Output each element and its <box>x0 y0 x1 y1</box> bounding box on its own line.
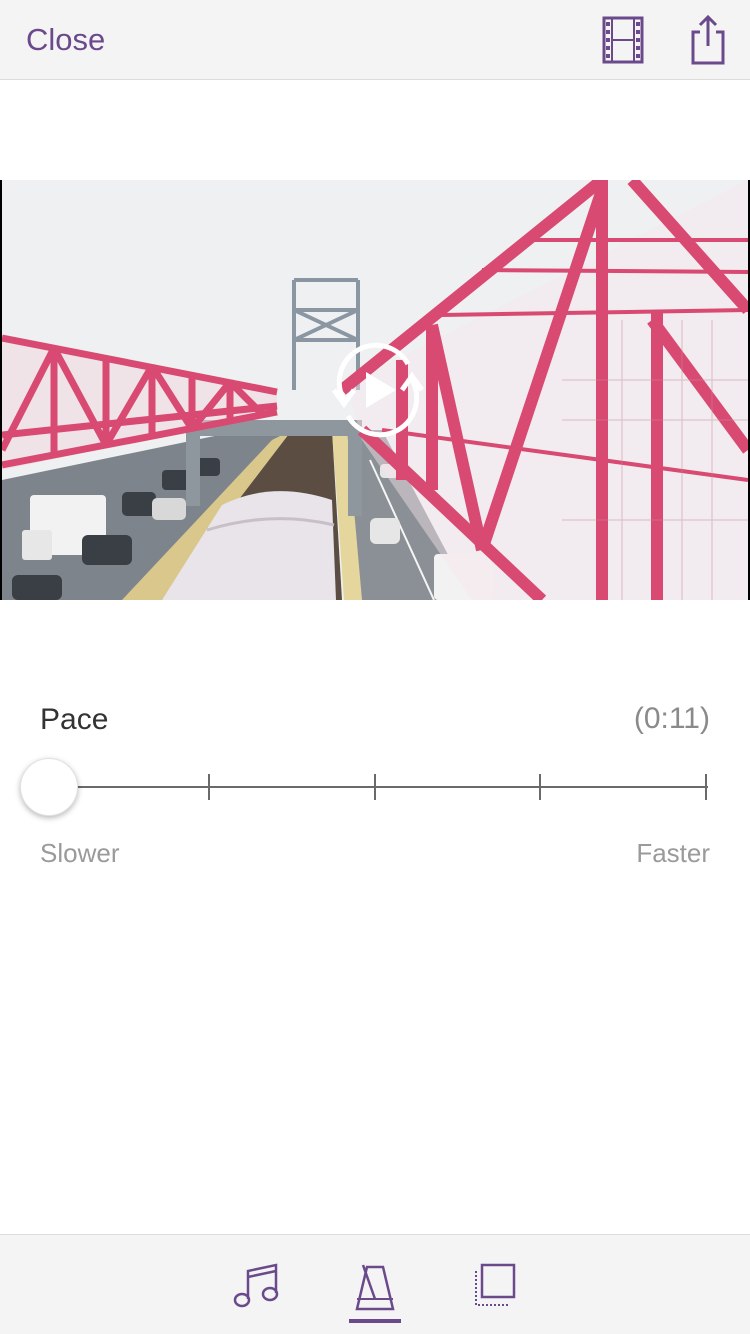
share-icon[interactable] <box>688 12 728 73</box>
play-loop-icon[interactable] <box>320 340 436 440</box>
faster-label: Faster <box>636 838 710 868</box>
slider-tick <box>374 774 376 800</box>
slider-tick <box>705 774 707 800</box>
active-tab-indicator <box>349 1319 401 1323</box>
video-preview[interactable] <box>0 180 750 600</box>
bottom-toolbar <box>0 1234 750 1334</box>
pace-slider[interactable] <box>20 755 720 819</box>
close-button[interactable]: Close <box>26 22 105 58</box>
crop-icon[interactable] <box>468 1259 524 1315</box>
slider-knob[interactable] <box>20 758 78 816</box>
slider-tick <box>208 774 210 800</box>
slider-track[interactable] <box>48 786 708 788</box>
metronome-icon[interactable] <box>347 1259 403 1315</box>
slider-tick <box>539 774 541 800</box>
pace-duration: (0:11) <box>633 702 710 735</box>
slower-label: Slower <box>40 838 120 868</box>
pace-label: Pace <box>40 703 109 736</box>
music-note-icon[interactable] <box>228 1259 284 1315</box>
top-bar: Close <box>0 0 750 80</box>
film-icon[interactable] <box>600 14 646 71</box>
